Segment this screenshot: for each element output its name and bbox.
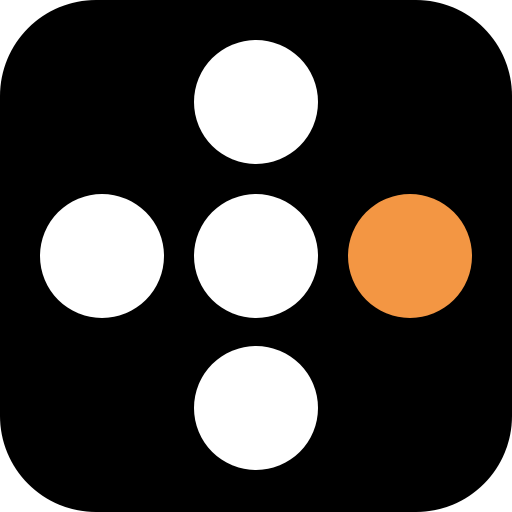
left-dot [40, 194, 164, 318]
right-dot [348, 194, 472, 318]
app-icon[interactable] [0, 0, 512, 512]
top-dot [194, 40, 318, 164]
bottom-dot [194, 346, 318, 470]
center-dot [194, 194, 318, 318]
